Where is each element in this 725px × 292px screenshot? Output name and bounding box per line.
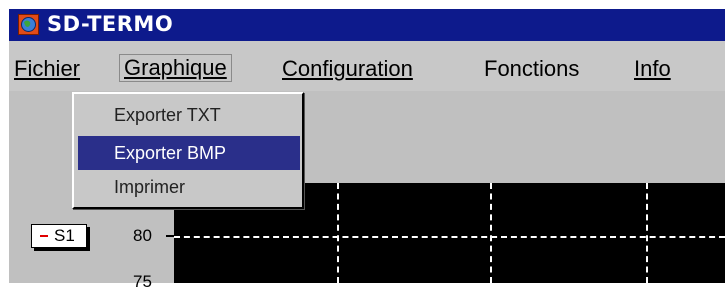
grid-vline: [490, 183, 492, 283]
y-tick-label: 75: [133, 272, 152, 291]
menu-fonctions[interactable]: Fonctions: [484, 56, 579, 82]
menu-bar: Fichier Graphique Configuration Fonction…: [9, 41, 725, 91]
y-tick-mark: [166, 235, 174, 237]
menu-graphique-label: Graphique: [124, 55, 227, 80]
legend-s1[interactable]: S1: [31, 224, 87, 248]
menu-item-label: Exporter TXT: [114, 105, 221, 125]
menu-info-label: Info: [634, 56, 671, 81]
series-color-swatch: [40, 235, 48, 237]
menu-item-exporter-txt[interactable]: Exporter TXT: [78, 98, 300, 132]
menu-info[interactable]: Info: [634, 56, 671, 82]
menu-item-label: Imprimer: [114, 177, 185, 197]
globe-icon[interactable]: [18, 14, 39, 35]
menu-item-exporter-bmp[interactable]: Exporter BMP: [78, 136, 300, 170]
grid-vline: [646, 183, 648, 283]
window-title: SD-TERMO: [47, 12, 174, 36]
title-bar: SD-TERMO: [9, 9, 725, 41]
menu-configuration-label: Configuration: [282, 56, 413, 81]
menu-fichier-label: Fichier: [14, 56, 81, 81]
menu-item-imprimer[interactable]: Imprimer: [78, 170, 300, 204]
grid-line-80: [174, 236, 725, 238]
legend-label: S1: [54, 226, 75, 245]
graphique-dropdown-menu: Exporter TXT Exporter BMP Imprimer: [72, 92, 304, 209]
menu-fonctions-label: Fonctions: [484, 56, 580, 81]
menu-item-label: Exporter BMP: [114, 143, 227, 163]
grid-vline: [337, 183, 339, 283]
menu-graphique[interactable]: Graphique: [119, 54, 232, 82]
menu-fichier[interactable]: Fichier: [14, 56, 80, 82]
y-tick-label: 80: [133, 226, 152, 245]
menu-configuration[interactable]: Configuration: [282, 56, 413, 82]
